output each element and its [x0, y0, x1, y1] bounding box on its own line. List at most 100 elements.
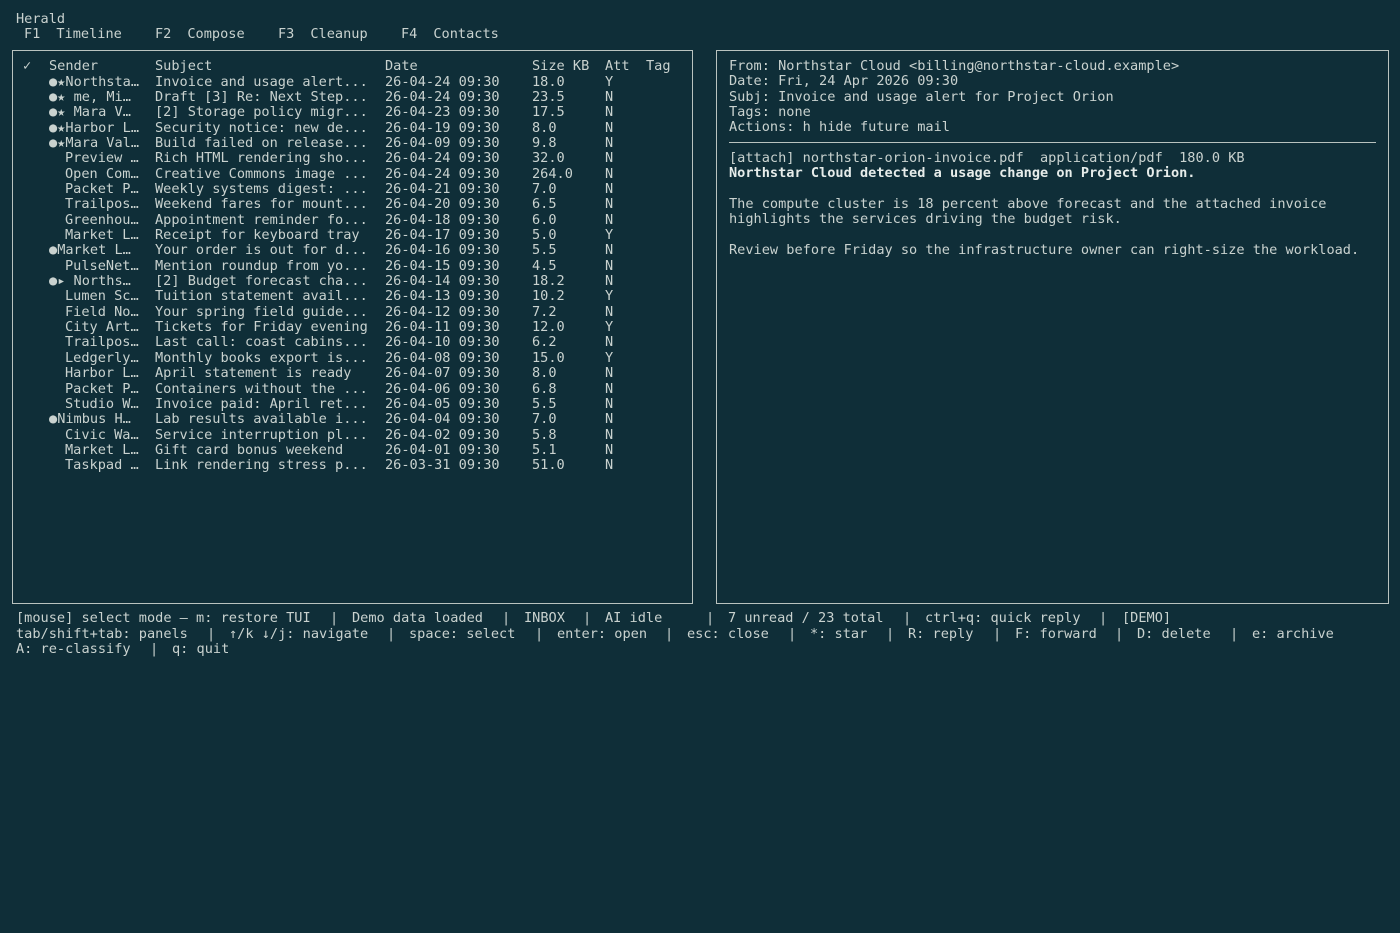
message-row[interactable]: Greenhou… Appointment reminder fo... 26-04…: [13, 213, 692, 228]
message-size: 7.0: [532, 412, 557, 428]
message-attachment-flag: N: [605, 135, 614, 151]
message-row[interactable]: Civic Wa… Service interruption pl... 26-04…: [13, 428, 692, 443]
reader-panel[interactable]: From: Northstar Cloud <billing@northstar…: [716, 50, 1389, 604]
message-row[interactable]: Trailpos… Weekend fares for mount... 26-04…: [13, 197, 692, 212]
message-row[interactable]: ●★ Northsta… Invoice and usage alert... 26-…: [13, 75, 692, 90]
attachment-link[interactable]: [attach] northstar-orion-invoice.pdf app…: [729, 150, 1245, 166]
message-row[interactable]: Preview … Rich HTML rendering sho... 26-04…: [13, 151, 692, 166]
message-row[interactable]: Packet P… Containers without the ... 26-04…: [13, 382, 692, 397]
message-row[interactable]: ● Market L… Your order is out for d... 26-0…: [13, 243, 692, 258]
body-line: highlights the services driving the budg…: [729, 211, 1122, 227]
message-attachment-flag: N: [605, 274, 614, 289]
message-row[interactable]: Taskpad … Link rendering stress p... 26-03…: [13, 458, 692, 473]
message-row[interactable]: Open Com… Creative Commons image ... 26-04…: [13, 167, 692, 182]
key-star[interactable]: *: star: [810, 626, 867, 642]
message-row[interactable]: ●★▸ Mara V… [2] Storage policy migr... 26-0…: [13, 105, 692, 120]
key-quit[interactable]: q: quit: [172, 641, 229, 657]
key-open[interactable]: enter: open: [557, 626, 647, 642]
message-date: 26-04-12 09:30: [385, 304, 500, 320]
message-subject: [2] Storage policy migr...: [155, 105, 368, 121]
message-size: 5.5: [532, 243, 557, 259]
message-attachment-flag: N: [605, 412, 614, 428]
subject-column-header[interactable]: Subject: [155, 59, 377, 74]
tab-label: Contacts: [433, 26, 499, 42]
reader-actions[interactable]: Actions: h hide future mail: [729, 119, 950, 135]
message-subject: [2] Budget forecast cha...: [155, 274, 368, 289]
message-date: 26-04-10 09:30: [385, 335, 500, 351]
message-subject: Your spring field guide...: [155, 304, 368, 320]
message-size: 9.8: [532, 135, 557, 151]
message-attachment-flag: Y: [605, 320, 614, 336]
message-date: 26-03-31 09:30: [385, 458, 500, 474]
message-attachment-flag: N: [605, 304, 614, 320]
message-subject: Receipt for keyboard tray: [155, 228, 360, 243]
message-row[interactable]: Packet P… Weekly systems digest: ... 26-04…: [13, 182, 692, 197]
separator: |: [886, 626, 895, 642]
tab-contacts[interactable]: F4 Contacts: [401, 26, 499, 42]
message-date: 26-04-06 09:30: [385, 381, 500, 397]
message-row[interactable]: Field No… Your spring field guide... 26-04…: [13, 305, 692, 320]
message-sender: Field No…: [65, 304, 139, 320]
message-subject: Appointment reminder fo...: [155, 212, 368, 228]
message-list-panel[interactable]: ✓ Sender Subject Date Size KB Att Tag ●★…: [12, 50, 693, 604]
message-sender: Greenhou…: [65, 212, 139, 228]
message-row[interactable]: ● ▸ Norths… [2] Budget forecast cha... 26-0…: [13, 274, 692, 289]
message-attachment-flag: N: [605, 442, 614, 458]
ai-status: AI idle: [605, 610, 663, 626]
message-sender: Mara Val…: [65, 135, 140, 151]
message-row[interactable]: ● Nimbus H… Lab results available i... 26-0…: [13, 412, 692, 427]
separator: |: [1230, 626, 1239, 642]
message-row[interactable]: Studio W… Invoice paid: April ret... 26-04…: [13, 397, 692, 412]
key-panels[interactable]: tab/shift+tab: panels: [16, 626, 188, 642]
tab-compose[interactable]: F2 Compose: [155, 26, 245, 42]
key-select[interactable]: space: select: [409, 626, 515, 642]
message-date: 26-04-23 09:30: [385, 105, 500, 121]
message-row[interactable]: Harbor L… April statement is ready 26-04-0…: [13, 366, 692, 381]
message-row[interactable]: Trailpos… Last call: coast cabins... 26-04…: [13, 335, 692, 350]
message-size: 7.0: [532, 181, 557, 197]
message-row[interactable]: ●★▸ me, Mi… Draft [3] Re: Next Step... 26-0…: [13, 90, 692, 105]
message-row[interactable]: Market L… Gift card bonus weekend 26-04-01…: [13, 443, 692, 458]
message-row[interactable]: ●★ Mara Val… Build failed on release... 26-…: [13, 136, 692, 151]
key-forward[interactable]: F: forward: [1015, 626, 1097, 642]
key-close[interactable]: esc: close: [687, 626, 769, 642]
tab-timeline[interactable]: F1 Timeline: [24, 26, 122, 42]
message-row[interactable]: ●★ Harbor L… Security notice: new de... 26-…: [13, 121, 692, 136]
select-all-column-header[interactable]: ✓: [23, 59, 37, 74]
message-attachment-flag: N: [605, 181, 614, 197]
tab-key: F2: [155, 26, 172, 42]
message-sender: Mara V…: [73, 105, 131, 121]
tag-column-header[interactable]: Tag: [646, 59, 690, 74]
message-attachment-flag: N: [605, 458, 614, 474]
tab-cleanup[interactable]: F3 Cleanup: [278, 26, 368, 42]
separator: |: [387, 626, 396, 642]
message-row[interactable]: PulseNet… Mention roundup from yo... 26-04…: [13, 259, 692, 274]
key-navigate[interactable]: ↑/k ↓/j: navigate: [229, 626, 368, 642]
message-size: 7.2: [532, 304, 557, 320]
message-row[interactable]: City Art… Tickets for Friday evening 26-04…: [13, 320, 692, 335]
message-date: 26-04-11 09:30: [385, 320, 500, 336]
mode-indicator[interactable]: [mouse] select mode — m: restore TUI: [16, 610, 311, 626]
sender-column-header[interactable]: Sender: [49, 59, 157, 74]
message-sender: Preview …: [65, 151, 139, 167]
key-reclassify[interactable]: A: re-classify: [16, 641, 131, 657]
message-sender: Market L…: [65, 442, 139, 458]
message-subject: Creative Commons image ...: [155, 166, 368, 182]
message-attachment-flag: Y: [605, 74, 614, 90]
attachment-column-header[interactable]: Att: [605, 59, 641, 74]
size-column-header[interactable]: Size KB: [532, 59, 598, 74]
key-reply[interactable]: R: reply: [908, 626, 973, 642]
message-attachment-flag: N: [605, 105, 614, 121]
message-date: 26-04-18 09:30: [385, 212, 500, 228]
message-attachment-flag: Y: [605, 350, 614, 366]
message-subject: Lab results available i...: [155, 412, 368, 428]
message-subject: April statement is ready: [155, 366, 352, 382]
message-row[interactable]: Lumen Sc… Tuition statement avail... 26-04…: [13, 289, 692, 304]
message-row[interactable]: Ledgerly… Monthly books export is... 26-04…: [13, 351, 692, 366]
message-row[interactable]: Market L… Receipt for keyboard tray 26-04-…: [13, 228, 692, 243]
quick-reply-hint[interactable]: ctrl+q: quick reply: [925, 610, 1081, 626]
date-column-header[interactable]: Date: [385, 59, 525, 74]
key-delete[interactable]: D: delete: [1137, 626, 1211, 642]
message-sender: Market L…: [57, 243, 131, 259]
key-archive[interactable]: e: archive: [1252, 626, 1334, 642]
